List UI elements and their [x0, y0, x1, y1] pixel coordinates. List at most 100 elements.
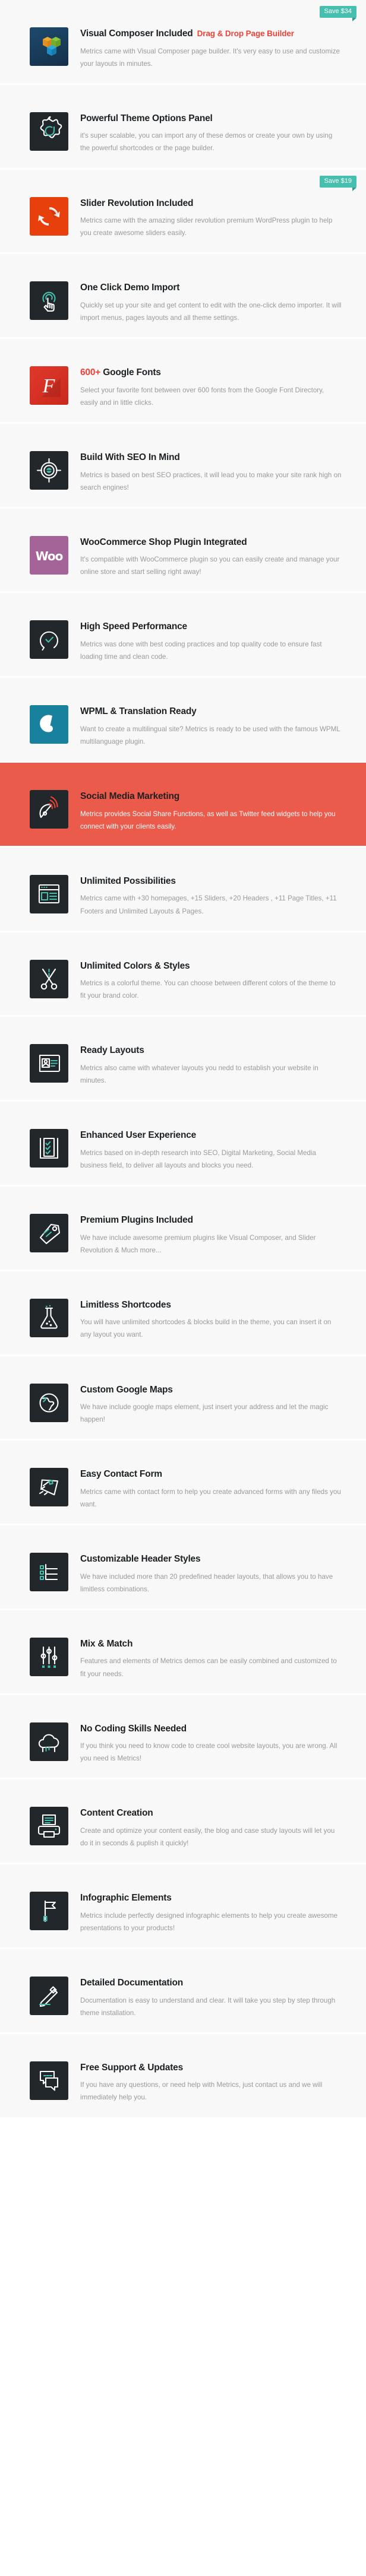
feature-title-text: Social Media Marketing — [80, 791, 180, 802]
feature-title-text: Limitless Shortcodes — [80, 1299, 171, 1310]
feature-description: We have included more than 20 predefined… — [80, 1572, 333, 1593]
printer-document-icon — [30, 1807, 68, 1846]
feature-title: 600+ Google Fonts — [80, 367, 355, 379]
sliders-mixer-icon — [30, 1637, 68, 1676]
feature-title-text: Unlimited Colors & Styles — [80, 960, 190, 971]
feature-row: One Click Demo Import Quickly set up your… — [0, 254, 366, 338]
feature-title: Enhanced User Experience — [80, 1130, 355, 1141]
feature-title: Customizable Header Styles — [80, 1554, 355, 1565]
cloud-code-icon — [30, 1722, 68, 1761]
feature-title: Unlimited Colors & Styles — [80, 961, 355, 972]
feature-title-text: WooCommerce Shop Plugin Integrated — [80, 537, 247, 547]
feature-description: Metrics came with the amazing slider rev… — [80, 217, 333, 237]
feature-title: Free Support & Updates — [80, 2063, 355, 2074]
envelope-send-icon — [30, 1468, 68, 1507]
feature-row: Unlimited Possibilities Metrics came with… — [0, 847, 366, 931]
wpml-logo-icon — [30, 705, 68, 744]
feature-row: Ready Layouts Metrics also came with what… — [0, 1017, 366, 1100]
feature-description: You will have unlimited shortcodes & blo… — [80, 1318, 332, 1339]
feature-title: WooCommerce Shop Plugin Integrated — [80, 537, 355, 548]
feature-description: Want to create a multilingual site? Metr… — [80, 725, 340, 745]
feature-description: Metrics provides Social Share Functions,… — [80, 810, 336, 830]
feature-row: Detailed Documentation Documentation is e… — [0, 1949, 366, 2032]
feature-row: Social Media Marketing Metrics provides S… — [0, 763, 366, 846]
satellite-dish-icon — [30, 790, 68, 829]
feature-row: Free Support & Updates If you have any qu… — [0, 2033, 366, 2117]
feature-description: Documentation is easy to understand and … — [80, 1996, 336, 2017]
svg-text:Woo: Woo — [36, 549, 63, 563]
feature-description: Metrics include perfectly designed infog… — [80, 1911, 338, 1932]
feature-title: No Coding Skills Needed — [80, 1724, 355, 1735]
feature-title: WPML & Translation Ready — [80, 706, 355, 718]
feature-row: Woo WooCommerce Shop Plugin Integrated It'… — [0, 508, 366, 592]
feature-title-text: Easy Contact Form — [80, 1469, 162, 1480]
feature-title: Infographic Elements — [80, 1893, 355, 1904]
feature-description: Metrics is based on best SEO practices, … — [80, 471, 342, 491]
feature-row: Enhanced User Experience Metrics based on… — [0, 1102, 366, 1185]
feature-title-text: Infographic Elements — [80, 1893, 172, 1904]
feature-list: Save $34 Visual Composer Included Drag & D… — [0, 0, 366, 2117]
speed-check-icon — [30, 620, 68, 659]
chat-bubbles-icon — [30, 2061, 68, 2100]
feature-title: Premium Plugins Included — [80, 1215, 355, 1226]
seo-target-icon — [30, 451, 68, 490]
feature-description: Metrics came with +30 homepages, +15 Sli… — [80, 894, 337, 915]
feature-title-text: Unlimited Possibilities — [80, 875, 176, 886]
feature-title-text: Build With SEO In Mind — [80, 452, 180, 462]
feature-row: Content Creation Create and optimize your… — [0, 1779, 366, 1863]
feature-row: F 600+ Google Fonts Select your favorite f… — [0, 339, 366, 422]
feature-title: Content Creation — [80, 1808, 355, 1819]
feature-description: Metrics came with Visual Composer page b… — [80, 47, 340, 68]
feature-description: Select your favorite font between over 6… — [80, 386, 324, 407]
feature-title-text: Powerful Theme Options Panel — [80, 113, 213, 123]
feature-title-text: Enhanced User Experience — [80, 1130, 197, 1141]
feature-title: Social Media Marketing — [80, 791, 355, 802]
pencil-edit-icon — [30, 1976, 68, 2015]
feature-title: Unlimited Possibilities — [80, 876, 355, 887]
checklist-icon — [30, 1129, 68, 1168]
feature-title: One Click Demo Import — [80, 283, 355, 294]
feature-title: Custom Google Maps — [80, 1385, 355, 1396]
feature-row: Powerful Theme Options Panel it's super s… — [0, 84, 366, 168]
feature-title-text: Custom Google Maps — [80, 1384, 173, 1395]
flag-icon — [30, 1892, 68, 1931]
feature-row: Limitless Shortcodes You will have unlimi… — [0, 1271, 366, 1354]
feature-subtitle: Drag & Drop Page Builder — [197, 29, 294, 38]
feature-description: Metrics also came with whatever layouts … — [80, 1064, 318, 1085]
feature-title: Ready Layouts — [80, 1045, 355, 1057]
feature-title-text: No Coding Skills Needed — [80, 1723, 187, 1734]
feature-row: Premium Plugins Included We have include … — [0, 1186, 366, 1270]
feature-row: Mix & Match Features and elements of Metr… — [0, 1610, 366, 1693]
feature-row: Custom Google Maps We have include google… — [0, 1356, 366, 1439]
price-tag-icon — [30, 1213, 68, 1252]
flask-icon — [30, 1298, 68, 1337]
feature-title: Build With SEO In Mind — [80, 452, 355, 464]
feature-description: If you think you need to know code to cr… — [80, 1742, 337, 1763]
one-click-tap-icon — [30, 281, 68, 321]
id-card-icon — [30, 1044, 68, 1083]
feature-description: If you have any questions, or need help … — [80, 2081, 323, 2102]
feature-title: Slider Revolution Included — [80, 198, 355, 210]
browser-layout-icon — [30, 874, 68, 913]
list-layout-icon — [30, 1553, 68, 1592]
feature-title-text: Customizable Header Styles — [80, 1554, 201, 1565]
feature-title-text: Mix & Match — [80, 1638, 133, 1649]
feature-description: We have include awesome premium plugins … — [80, 1233, 316, 1254]
google-fonts-logo-icon: F — [30, 366, 68, 405]
feature-description: Features and elements of Metrics demos c… — [80, 1657, 337, 1678]
feature-title-accent: 600+ — [80, 367, 101, 378]
feature-description: We have include google maps element, jus… — [80, 1403, 329, 1424]
feature-description: it's super scalable, you can import any … — [80, 132, 333, 153]
svg-text:F: F — [42, 375, 56, 397]
feature-title-text: Detailed Documentation — [80, 1977, 184, 1988]
feature-description: Metrics was done with best coding practi… — [80, 640, 322, 661]
scissors-icon — [30, 959, 68, 998]
feature-title-text: WPML & Translation Ready — [80, 706, 197, 717]
feature-title: Powerful Theme Options Panel — [80, 113, 355, 125]
feature-title-text: Content Creation — [80, 1808, 153, 1819]
feature-title-text: Visual Composer Included — [80, 28, 193, 39]
feature-row: Save $34 Visual Composer Included Drag & D… — [0, 0, 366, 83]
feature-title: High Speed Performance — [80, 621, 355, 633]
feature-description: Quickly set up your site and get content… — [80, 301, 342, 322]
feature-description: Metrics based on in-depth research into … — [80, 1149, 316, 1169]
